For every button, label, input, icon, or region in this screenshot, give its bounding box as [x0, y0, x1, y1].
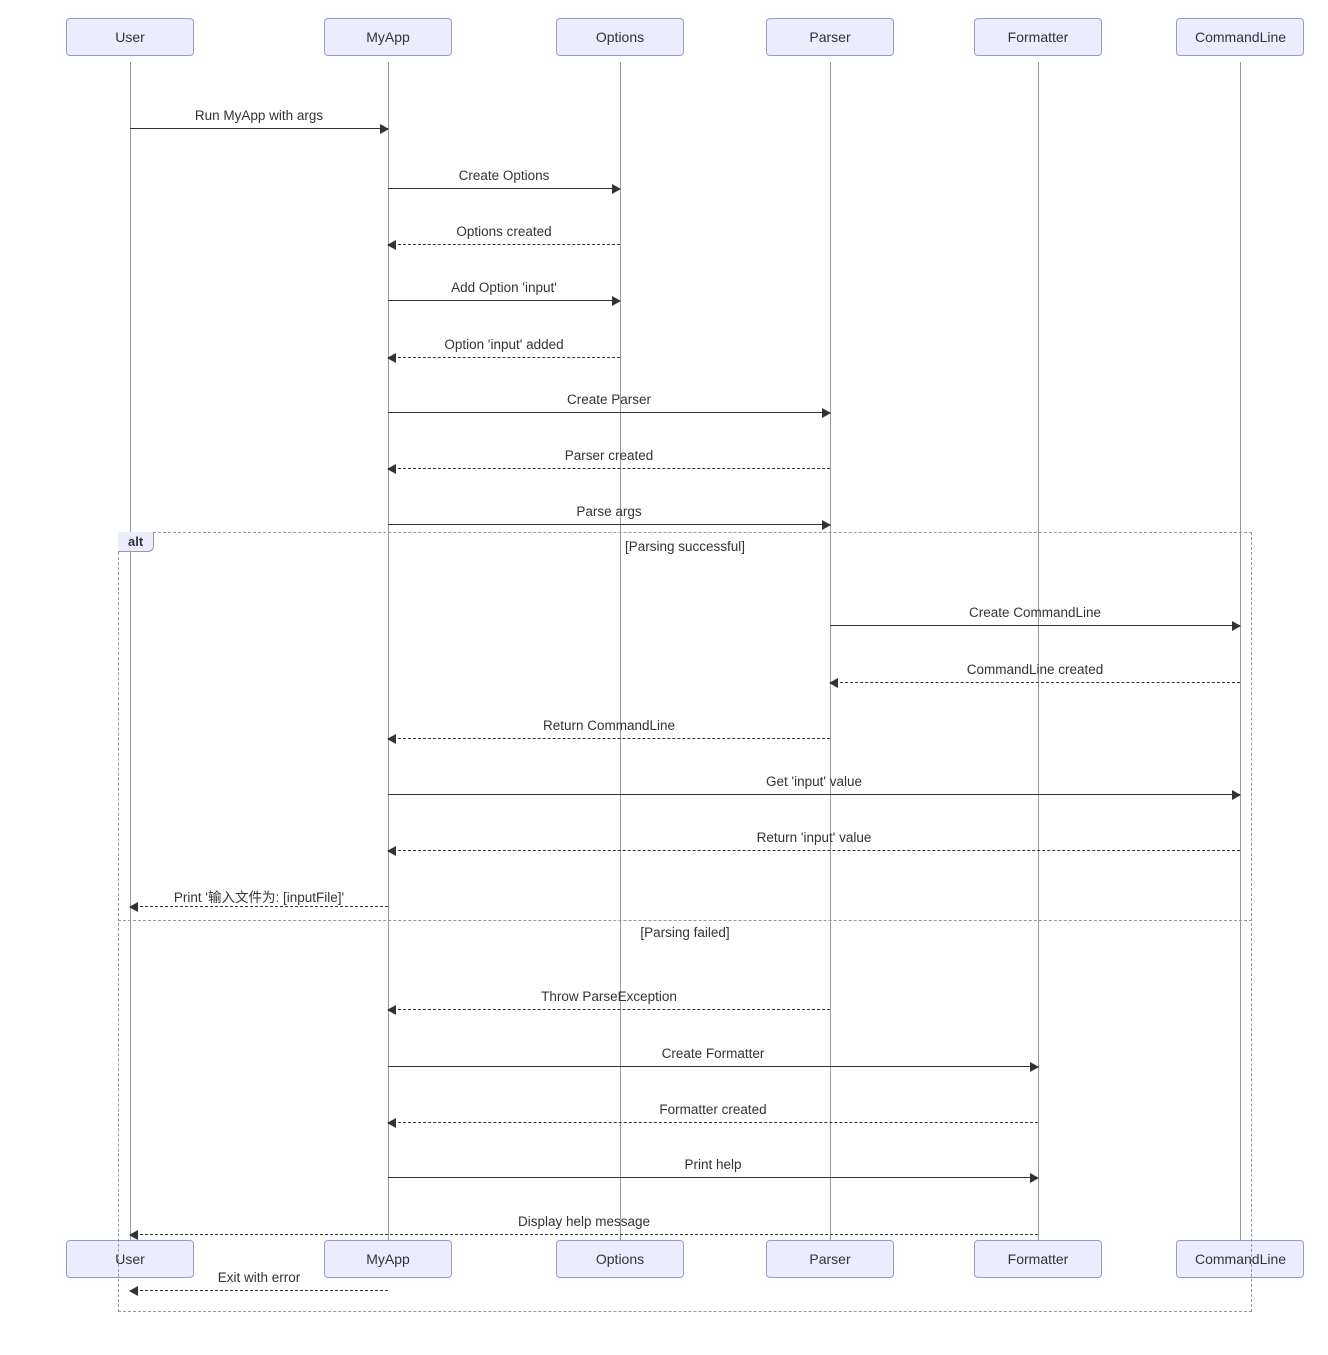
- alt-condition-1: [Parsing failed]: [640, 925, 729, 940]
- message-arrow-15: [388, 1066, 1038, 1067]
- participant-top-user: User: [66, 18, 194, 56]
- message-arrow-6: [388, 468, 830, 469]
- message-label-17: Print help: [684, 1157, 741, 1172]
- message-label-8: Create CommandLine: [969, 605, 1101, 620]
- message-label-19: Exit with error: [218, 1270, 301, 1285]
- participant-top-myapp: MyApp: [324, 18, 452, 56]
- message-label-15: Create Formatter: [662, 1046, 765, 1061]
- participant-top-options: Options: [556, 18, 684, 56]
- message-arrow-5: [388, 412, 830, 413]
- message-arrow-16: [388, 1122, 1038, 1123]
- message-label-14: Throw ParseException: [541, 989, 677, 1004]
- message-arrow-11: [388, 794, 1240, 795]
- message-label-9: CommandLine created: [967, 662, 1104, 677]
- message-label-18: Display help message: [518, 1214, 650, 1229]
- message-label-16: Formatter created: [659, 1102, 766, 1117]
- message-arrow-9: [830, 682, 1240, 683]
- message-arrow-1: [388, 188, 620, 189]
- alt-divider: [118, 920, 1252, 921]
- alt-box: alt: [118, 532, 1252, 1312]
- message-label-0: Run MyApp with args: [195, 108, 323, 123]
- message-arrow-13: [130, 906, 388, 907]
- participant-top-formatter: Formatter: [974, 18, 1102, 56]
- message-arrow-0: [130, 128, 388, 129]
- sequence-diagram: UserUserMyAppMyAppOptionsOptionsParserPa…: [0, 0, 1328, 1355]
- alt-condition-0: [Parsing successful]: [625, 539, 745, 554]
- message-arrow-19: [130, 1290, 388, 1291]
- message-label-6: Parser created: [565, 448, 654, 463]
- message-label-4: Option 'input' added: [444, 337, 563, 352]
- message-label-5: Create Parser: [567, 392, 651, 407]
- message-arrow-14: [388, 1009, 830, 1010]
- message-arrow-10: [388, 738, 830, 739]
- message-label-13: Print '输入文件为: [inputFile]': [174, 886, 344, 906]
- message-label-1: Create Options: [459, 168, 550, 183]
- message-label-3: Add Option 'input': [451, 280, 557, 295]
- message-label-12: Return 'input' value: [757, 830, 872, 845]
- message-arrow-8: [830, 625, 1240, 626]
- message-label-7: Parse args: [576, 504, 641, 519]
- message-arrow-2: [388, 244, 620, 245]
- message-arrow-4: [388, 357, 620, 358]
- participant-top-parser: Parser: [766, 18, 894, 56]
- message-arrow-18: [130, 1234, 1038, 1235]
- alt-label: alt: [118, 532, 154, 552]
- message-arrow-17: [388, 1177, 1038, 1178]
- message-label-2: Options created: [456, 224, 551, 239]
- message-label-11: Get 'input' value: [766, 774, 862, 789]
- message-arrow-3: [388, 300, 620, 301]
- message-arrow-12: [388, 850, 1240, 851]
- participant-top-commandline: CommandLine: [1176, 18, 1304, 56]
- message-arrow-7: [388, 524, 830, 525]
- message-label-10: Return CommandLine: [543, 718, 675, 733]
